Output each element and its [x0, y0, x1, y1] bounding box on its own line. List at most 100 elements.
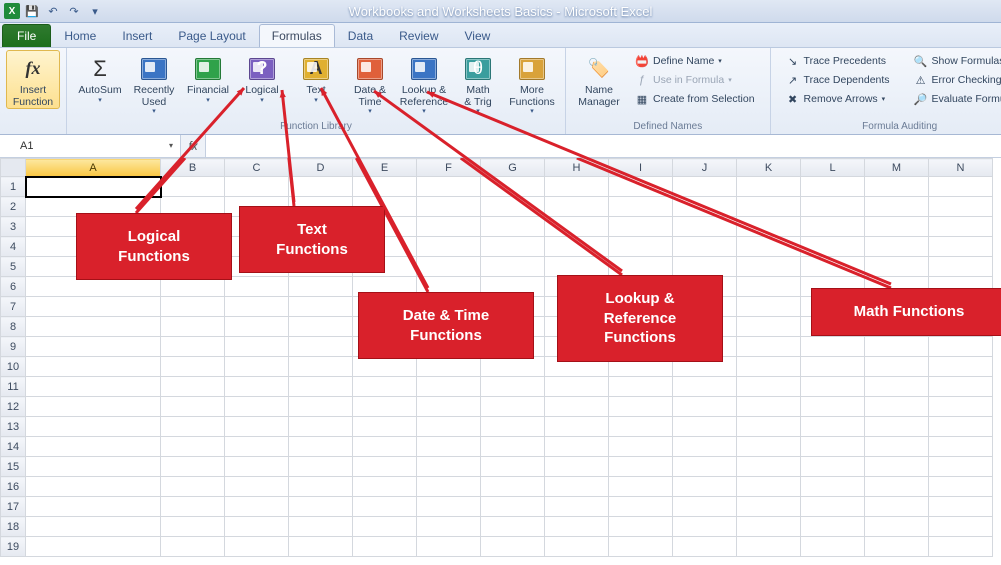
cell-I17[interactable]	[609, 497, 673, 517]
cell-A8[interactable]	[26, 317, 161, 337]
cell-F16[interactable]	[417, 477, 481, 497]
cell-H16[interactable]	[545, 477, 609, 497]
cell-F11[interactable]	[417, 377, 481, 397]
row-header-2[interactable]: 2	[1, 197, 26, 217]
tab-data[interactable]: Data	[335, 24, 386, 47]
cell-B12[interactable]	[161, 397, 225, 417]
create-from-selection-button[interactable]: ▦ Create from Selection	[630, 90, 760, 108]
cell-B11[interactable]	[161, 377, 225, 397]
cell-B16[interactable]	[161, 477, 225, 497]
cell-H5[interactable]	[545, 257, 609, 277]
cell-L4[interactable]	[801, 237, 865, 257]
col-header-G[interactable]: G	[481, 159, 545, 177]
cell-C8[interactable]	[225, 317, 289, 337]
cell-F18[interactable]	[417, 517, 481, 537]
cell-L16[interactable]	[801, 477, 865, 497]
cell-N4[interactable]	[929, 237, 993, 257]
cell-B18[interactable]	[161, 517, 225, 537]
cell-A14[interactable]	[26, 437, 161, 457]
cell-L9[interactable]	[801, 337, 865, 357]
cell-H4[interactable]	[545, 237, 609, 257]
logical-button[interactable]: ?Logical▾	[235, 50, 289, 105]
cell-J14[interactable]	[673, 437, 737, 457]
cell-H3[interactable]	[545, 217, 609, 237]
cell-I4[interactable]	[609, 237, 673, 257]
cell-F5[interactable]	[417, 257, 481, 277]
cell-J13[interactable]	[673, 417, 737, 437]
cell-D10[interactable]	[289, 357, 353, 377]
chevron-down-icon[interactable]: ▾	[164, 138, 178, 152]
cell-C7[interactable]	[225, 297, 289, 317]
cell-I16[interactable]	[609, 477, 673, 497]
cell-J2[interactable]	[673, 197, 737, 217]
select-all-corner[interactable]	[1, 159, 26, 177]
cell-M17[interactable]	[865, 497, 929, 517]
cell-H11[interactable]	[545, 377, 609, 397]
cell-J1[interactable]	[673, 177, 737, 197]
cell-K18[interactable]	[737, 517, 801, 537]
col-header-D[interactable]: D	[289, 159, 353, 177]
cell-K12[interactable]	[737, 397, 801, 417]
cell-A12[interactable]	[26, 397, 161, 417]
cell-G10[interactable]	[481, 357, 545, 377]
cell-I19[interactable]	[609, 537, 673, 557]
cell-N3[interactable]	[929, 217, 993, 237]
cell-M15[interactable]	[865, 457, 929, 477]
cell-C9[interactable]	[225, 337, 289, 357]
cell-C13[interactable]	[225, 417, 289, 437]
cell-C17[interactable]	[225, 497, 289, 517]
cell-A16[interactable]	[26, 477, 161, 497]
cell-K1[interactable]	[737, 177, 801, 197]
col-header-F[interactable]: F	[417, 159, 481, 177]
cell-N2[interactable]	[929, 197, 993, 217]
cell-G16[interactable]	[481, 477, 545, 497]
cell-L11[interactable]	[801, 377, 865, 397]
cell-N1[interactable]	[929, 177, 993, 197]
row-header-3[interactable]: 3	[1, 217, 26, 237]
show-formulas-button[interactable]: 🔍 Show Formulas	[909, 52, 1001, 70]
cell-I13[interactable]	[609, 417, 673, 437]
cell-E11[interactable]	[353, 377, 417, 397]
cell-D9[interactable]	[289, 337, 353, 357]
cell-K4[interactable]	[737, 237, 801, 257]
cell-E17[interactable]	[353, 497, 417, 517]
cell-K11[interactable]	[737, 377, 801, 397]
cell-A9[interactable]	[26, 337, 161, 357]
cell-C6[interactable]	[225, 277, 289, 297]
name-box[interactable]: A1 ▾	[0, 135, 181, 157]
col-header-M[interactable]: M	[865, 159, 929, 177]
cell-E19[interactable]	[353, 537, 417, 557]
tab-review[interactable]: Review	[386, 24, 451, 47]
cell-A7[interactable]	[26, 297, 161, 317]
mathtrig-button[interactable]: θMath & Trig▾	[451, 50, 505, 117]
cell-K3[interactable]	[737, 217, 801, 237]
cell-F17[interactable]	[417, 497, 481, 517]
cell-B17[interactable]	[161, 497, 225, 517]
cell-B1[interactable]	[161, 177, 225, 197]
cell-G2[interactable]	[481, 197, 545, 217]
row-header-7[interactable]: 7	[1, 297, 26, 317]
recent-button[interactable]: Recently Used▾	[127, 50, 181, 117]
cell-E13[interactable]	[353, 417, 417, 437]
cell-M10[interactable]	[865, 357, 929, 377]
cell-C15[interactable]	[225, 457, 289, 477]
cell-G5[interactable]	[481, 257, 545, 277]
cell-N14[interactable]	[929, 437, 993, 457]
cell-I12[interactable]	[609, 397, 673, 417]
cell-E1[interactable]	[353, 177, 417, 197]
cell-N5[interactable]	[929, 257, 993, 277]
tab-formulas[interactable]: Formulas	[259, 24, 335, 47]
tab-home[interactable]: Home	[51, 24, 109, 47]
cell-D14[interactable]	[289, 437, 353, 457]
cell-B7[interactable]	[161, 297, 225, 317]
cell-C19[interactable]	[225, 537, 289, 557]
datetime-button[interactable]: Date & Time▾	[343, 50, 397, 117]
cell-G12[interactable]	[481, 397, 545, 417]
cell-H12[interactable]	[545, 397, 609, 417]
cell-C18[interactable]	[225, 517, 289, 537]
cell-G15[interactable]	[481, 457, 545, 477]
cell-N17[interactable]	[929, 497, 993, 517]
cell-E15[interactable]	[353, 457, 417, 477]
cell-K9[interactable]	[737, 337, 801, 357]
cell-K5[interactable]	[737, 257, 801, 277]
